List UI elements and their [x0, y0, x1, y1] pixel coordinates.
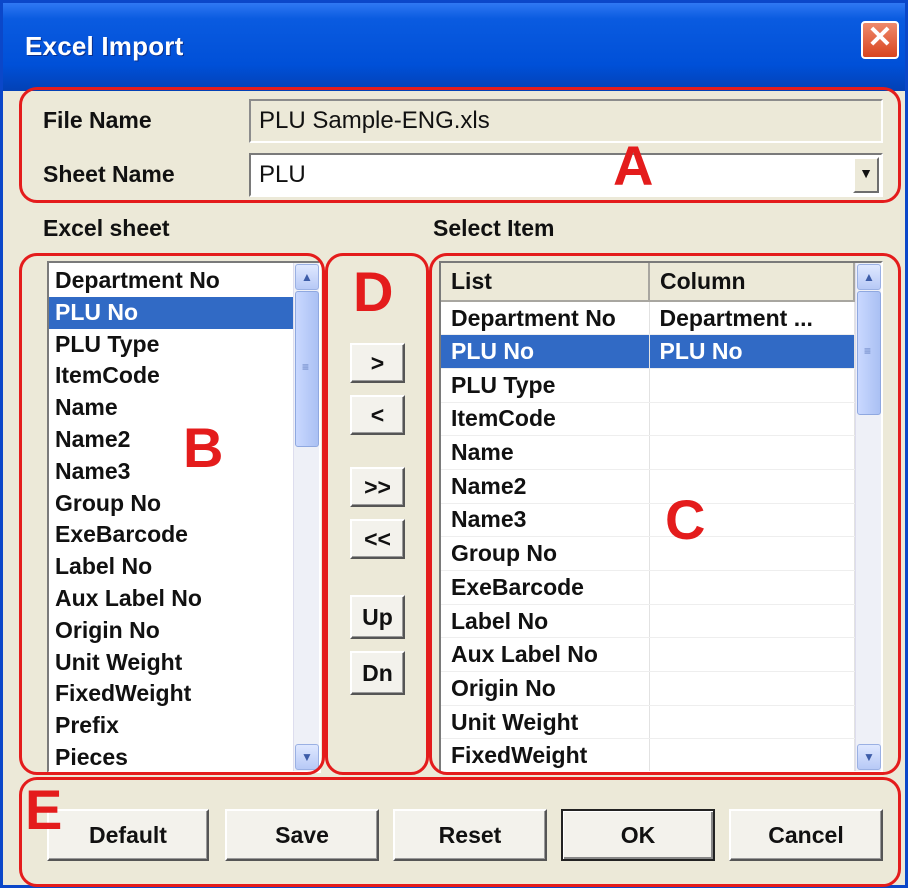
annotation-box-d — [325, 253, 429, 775]
annotation-label-a: A — [613, 134, 654, 197]
select-item-label: Select Item — [433, 215, 555, 241]
annotation-label-e: E — [25, 778, 63, 841]
annotation-label-b: B — [183, 416, 224, 479]
dialog-title: Excel Import — [25, 31, 184, 61]
annotation-box-b — [19, 253, 325, 775]
annotation-label-d: D — [353, 260, 394, 323]
title-bar[interactable]: Excel Import ✕ — [3, 3, 905, 91]
close-icon[interactable]: ✕ — [861, 21, 899, 59]
annotation-box-e — [19, 777, 901, 887]
excel-import-dialog: Excel Import ✕ File Name PLU Sample-ENG.… — [0, 0, 908, 888]
annotation-box-a — [19, 87, 901, 203]
excel-sheet-label: Excel sheet — [43, 215, 170, 241]
annotation-label-c: C — [665, 488, 706, 551]
